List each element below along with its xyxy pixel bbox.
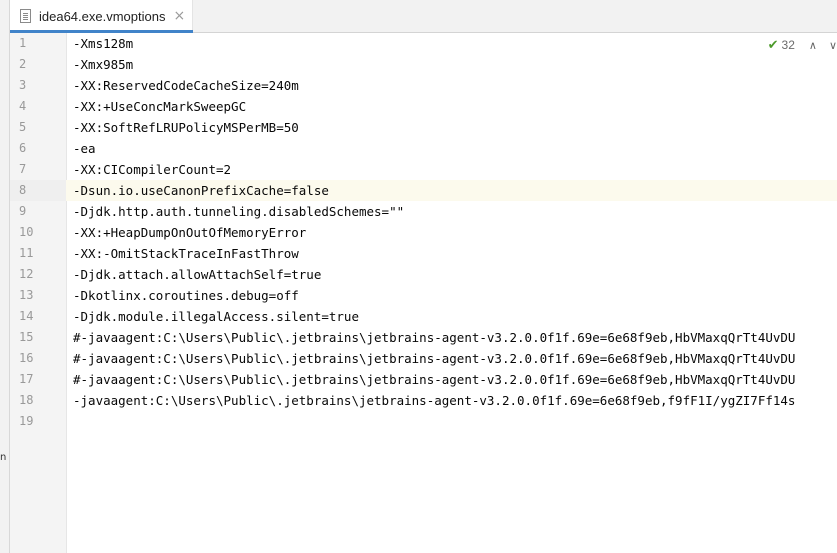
line-number: 2 — [19, 57, 27, 71]
line-number: 5 — [19, 120, 27, 134]
line-text[interactable]: -XX:-OmitStackTraceInFastThrow — [73, 243, 299, 264]
code-line[interactable]: 2 -Xmx985m — [10, 54, 837, 75]
code-line[interactable]: 18 -javaagent:C:\Users\Public\.jetbrains\… — [10, 390, 837, 411]
code-line[interactable]: 3 -XX:ReservedCodeCacheSize=240m — [10, 75, 837, 96]
line-text[interactable]: -Xms128m — [73, 33, 133, 54]
line-number: 6 — [19, 141, 27, 155]
close-icon[interactable]: × — [173, 8, 185, 24]
text-file-icon — [20, 9, 31, 23]
code-line[interactable]: 6 -ea — [10, 138, 837, 159]
code-editor[interactable]: 1 -Xms128m 2 -Xmx985m 3 -XX:ReservedCodeCache… — [10, 33, 837, 553]
code-line[interactable]: 7 -XX:CICompilerCount=2 — [10, 159, 837, 180]
left-strip-glyph: n — [0, 452, 7, 463]
line-text[interactable]: -XX:+UseConcMarkSweepGC — [73, 96, 246, 117]
code-line[interactable]: 19 — [10, 411, 837, 432]
line-number: 11 — [19, 246, 34, 260]
line-text[interactable]: -ea — [73, 138, 96, 159]
double-check-icon: ✔ — [767, 37, 779, 53]
code-line[interactable]: 17 #-javaagent:C:\Users\Public\.jetbrains… — [10, 369, 837, 390]
line-text[interactable]: -Djdk.http.auth.tunneling.disabledScheme… — [73, 201, 404, 222]
code-line[interactable]: 5 -XX:SoftRefLRUPolicyMSPerMB=50 — [10, 117, 837, 138]
left-tool-strip — [0, 0, 10, 553]
code-line[interactable]: 8 -Dsun.io.useCanonPrefixCache=false — [10, 180, 837, 201]
line-text[interactable]: -Dkotlinx.coroutines.debug=off — [73, 285, 299, 306]
line-text[interactable]: #-javaagent:C:\Users\Public\.jetbrains\j… — [73, 369, 795, 390]
line-number: 17 — [19, 372, 34, 386]
code-line[interactable]: 16 #-javaagent:C:\Users\Public\.jetbrains… — [10, 348, 837, 369]
inspection-count: 32 — [781, 38, 795, 52]
tab-idea64-vmoptions[interactable]: idea64.exe.vmoptions × — [10, 0, 193, 33]
line-number: 18 — [19, 393, 34, 407]
line-number: 16 — [19, 351, 34, 365]
code-line[interactable]: 14 -Djdk.module.illegalAccess.silent=true — [10, 306, 837, 327]
line-number: 1 — [19, 36, 27, 50]
line-text[interactable]: -XX:+HeapDumpOnOutOfMemoryError — [73, 222, 306, 243]
line-text[interactable]: -Xmx985m — [73, 54, 133, 75]
line-number: 15 — [19, 330, 34, 344]
tab-title: idea64.exe.vmoptions — [39, 8, 166, 24]
inspection-widget[interactable]: ✔ 32 ∧ ∨ — [763, 36, 837, 54]
line-number: 12 — [19, 267, 34, 281]
code-line[interactable]: 13 -Dkotlinx.coroutines.debug=off — [10, 285, 837, 306]
editor-tab-bar: idea64.exe.vmoptions × — [10, 0, 837, 33]
line-text[interactable]: -XX:ReservedCodeCacheSize=240m — [73, 75, 299, 96]
code-line[interactable]: 9 -Djdk.http.auth.tunneling.disabledSchem… — [10, 201, 837, 222]
code-line[interactable]: 1 -Xms128m — [10, 33, 837, 54]
code-line[interactable]: 4 -XX:+UseConcMarkSweepGC — [10, 96, 837, 117]
line-number: 4 — [19, 99, 27, 113]
line-text[interactable]: -javaagent:C:\Users\Public\.jetbrains\je… — [73, 390, 795, 411]
line-number: 8 — [10, 180, 66, 201]
line-number: 7 — [19, 162, 27, 176]
code-line[interactable]: 15 #-javaagent:C:\Users\Public\.jetbrains… — [10, 327, 837, 348]
line-text[interactable]: #-javaagent:C:\Users\Public\.jetbrains\j… — [73, 327, 795, 348]
line-text[interactable]: #-javaagent:C:\Users\Public\.jetbrains\j… — [73, 348, 795, 369]
line-text[interactable]: -Djdk.attach.allowAttachSelf=true — [73, 264, 321, 285]
line-number: 3 — [19, 78, 27, 92]
line-number: 10 — [19, 225, 34, 239]
line-text[interactable]: -XX:CICompilerCount=2 — [73, 159, 231, 180]
next-highlight-arrow-icon[interactable]: ∨ — [829, 39, 837, 52]
previous-highlight-arrow-icon[interactable]: ∧ — [809, 39, 817, 52]
code-line[interactable]: 10 -XX:+HeapDumpOnOutOfMemoryError — [10, 222, 837, 243]
line-text[interactable]: -Djdk.module.illegalAccess.silent=true — [73, 306, 359, 327]
line-text[interactable]: -XX:SoftRefLRUPolicyMSPerMB=50 — [73, 117, 299, 138]
line-number: 19 — [19, 414, 34, 428]
line-number: 14 — [19, 309, 34, 323]
code-line[interactable]: 11 -XX:-OmitStackTraceInFastThrow — [10, 243, 837, 264]
line-text[interactable]: -Dsun.io.useCanonPrefixCache=false — [73, 180, 329, 201]
line-number: 9 — [19, 204, 27, 218]
code-line[interactable]: 12 -Djdk.attach.allowAttachSelf=true — [10, 264, 837, 285]
line-number: 13 — [19, 288, 34, 302]
